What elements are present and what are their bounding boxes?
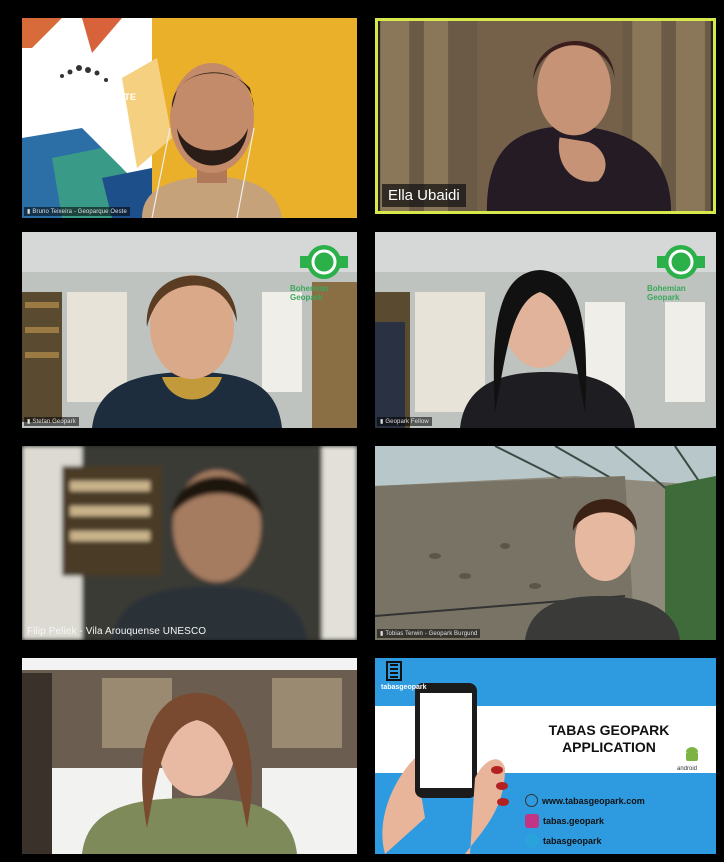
android-icon: [686, 747, 698, 761]
participant-name: ▮ Bruno Teixeira - Geoparque Oeste: [24, 207, 130, 216]
geopark-badge: Bohemian Geopark: [290, 284, 329, 302]
mic-icon: ▮: [27, 209, 31, 215]
globe-icon: [525, 794, 538, 807]
video-tile-5[interactable]: Filip Peliek - Vila Arouquense UNESCO: [22, 446, 357, 640]
presentation-title: TABAS GEOPARK APPLICATION: [548, 722, 670, 755]
tabas-logo-icon: [386, 661, 402, 681]
video-feed: [22, 446, 357, 640]
instagram-link[interactable]: tabas.geopark: [525, 814, 604, 828]
participant-name: Ella Ubaidi: [382, 184, 466, 207]
mic-icon: ▮: [380, 419, 384, 425]
geoparque-logo-text: GEOPARQUE OESTE: [41, 92, 137, 102]
participant-name: ▮ Stefan Geopark: [24, 417, 79, 426]
video-feed: [22, 18, 357, 218]
android-label: android: [677, 766, 698, 772]
video-tile-2[interactable]: Ella Ubaidi: [375, 18, 716, 214]
instagram-icon: [525, 814, 539, 828]
mic-icon: ▮: [27, 419, 31, 425]
video-feed: [22, 658, 357, 854]
video-tile-8[interactable]: tabasgeopark TABAS GEOPARK APPLICATION a…: [375, 658, 716, 854]
mic-icon: ▮: [380, 631, 384, 637]
telegram-link[interactable]: tabasgeopark: [525, 834, 602, 848]
geopark-badge: Bohemian Geopark: [647, 284, 686, 302]
video-tile-6[interactable]: ▮ Tobias Terwin - Geopark Burgund: [375, 446, 716, 640]
video-tile-7[interactable]: [22, 658, 357, 854]
video-tile-4[interactable]: Bohemian Geopark ▮ Geopark Fellow: [375, 232, 716, 428]
video-tile-3[interactable]: Bohemian Geopark ▮ Stefan Geopark: [22, 232, 357, 428]
participant-name: Filip Peliek - Vila Arouquense UNESCO: [27, 626, 207, 637]
video-tile-1[interactable]: Geoparque GEOPARQUE OESTE ▮ Bruno Teixeir…: [22, 18, 357, 218]
participant-name: ▮ Tobias Terwin - Geopark Burgund: [377, 629, 481, 638]
tabas-logo-text: tabasgeopark: [381, 684, 427, 691]
logo-subtext: Geoparque: [49, 84, 70, 89]
geopark-logo-icon: [657, 245, 705, 279]
participant-name: ▮ Geopark Fellow: [377, 417, 432, 426]
telegram-icon: [525, 834, 539, 848]
video-feed: [380, 21, 711, 211]
website-link[interactable]: www.tabasgeopark.com: [525, 794, 645, 807]
video-grid: Geoparque GEOPARQUE OESTE ▮ Bruno Teixeir…: [22, 18, 716, 854]
video-feed: [375, 446, 716, 640]
geopark-logo-icon: [300, 245, 348, 279]
